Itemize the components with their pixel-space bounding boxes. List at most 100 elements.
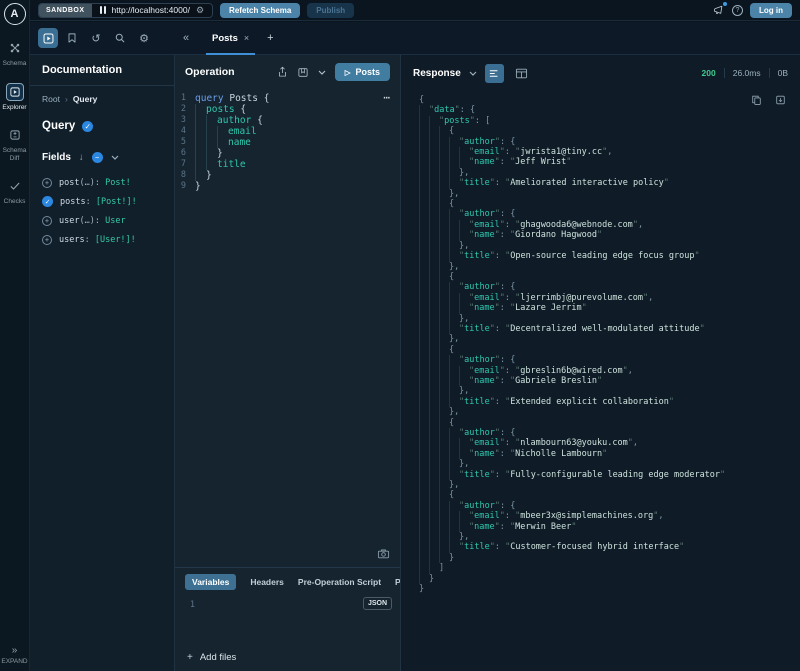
query-line: 5name <box>175 137 400 148</box>
expand-icon: » <box>0 646 29 656</box>
run-operation-button[interactable]: ▷ Posts <box>335 63 390 81</box>
sandbox-badge[interactable]: SANDBOX <box>39 4 92 17</box>
help-icon[interactable]: ? <box>732 5 743 16</box>
field-selected-check-icon[interactable]: ✓ <box>42 196 53 207</box>
type-selected-check-icon: ✓ <box>82 121 93 132</box>
play-icon: ▷ <box>345 68 351 77</box>
apollo-logo[interactable]: A <box>4 3 26 25</box>
query-lines: 1query Posts {2posts {3author {4email5na… <box>175 93 400 192</box>
refetch-schema-button[interactable]: Refetch Schema <box>220 3 300 18</box>
nav-rail-item-explorer[interactable]: Explorer <box>0 83 29 112</box>
plus-icon: + <box>187 652 193 663</box>
response-line: "author": { <box>419 355 790 365</box>
field-add-icon[interactable]: + <box>42 216 52 226</box>
add-files-button[interactable]: + Add files <box>175 643 400 671</box>
connection-settings-gear-icon[interactable]: ⚙ <box>196 5 204 16</box>
response-chevron-down-icon[interactable] <box>469 71 477 76</box>
settings-gear-icon[interactable]: ⚙ <box>134 28 154 48</box>
query-editor[interactable]: ⋯ 1query Posts {2posts {3author {4email5… <box>175 89 400 567</box>
response-line: { <box>419 490 790 500</box>
response-line: "email": "ljerrimbj@purevolume.com", <box>419 293 790 303</box>
response-panel: Response 200 26.0ms 0B <box>401 55 800 671</box>
field-add-icon[interactable]: + <box>42 235 52 245</box>
response-line: "author": { <box>419 209 790 219</box>
run-options-chevron-icon[interactable] <box>318 70 326 75</box>
field-add-icon[interactable]: + <box>42 178 52 188</box>
response-line: }, <box>419 459 790 469</box>
footer-tab-post-operation-script[interactable]: Post-Operation Script <box>395 577 400 587</box>
response-line: "title": "Open-source leading edge focus… <box>419 251 790 261</box>
announcements-icon[interactable] <box>712 4 725 16</box>
nav-rail-item-schema-diff[interactable]: Schema Diff <box>0 126 29 162</box>
endpoint-url-input[interactable]: http://localhost:4000/ <box>112 5 190 15</box>
close-tab-icon[interactable]: × <box>244 33 249 43</box>
field-item-posts[interactable]: ✓posts: [Post!]! <box>42 192 162 211</box>
nav-rail-item-label: Explorer <box>2 104 26 112</box>
login-button[interactable]: Log in <box>750 3 792 18</box>
field-item-users[interactable]: +users: [User!]! <box>42 230 162 249</box>
tab-label: Posts <box>212 33 238 44</box>
explorer-toolbar: ↺ ⚙ « Posts × + <box>30 22 800 55</box>
footer-tab-variables[interactable]: Variables <box>185 574 236 590</box>
response-title: Response <box>413 68 461 79</box>
response-line: "email": "mbeer3x@simplemachines.org", <box>419 511 790 521</box>
deselect-all-icon[interactable]: − <box>92 152 103 163</box>
response-line: "name": "Merwin Beer" <box>419 522 790 532</box>
download-response-icon[interactable] <box>775 94 786 106</box>
response-line: { <box>419 95 790 105</box>
publish-button[interactable]: Publish <box>307 3 354 18</box>
response-line: { <box>419 199 790 209</box>
copy-response-icon[interactable] <box>751 94 762 106</box>
type-title: Query <box>42 120 75 132</box>
sort-fields-icon[interactable]: ↓ <box>79 152 84 163</box>
query-line: 3author { <box>175 115 400 126</box>
graph-icon <box>100 6 106 14</box>
footer-tab-pre-operation-script[interactable]: Pre-Operation Script <box>298 577 381 587</box>
run-operation-label: Posts <box>355 67 380 77</box>
field-item-post[interactable]: +post(…): Post! <box>42 173 162 192</box>
response-line: }, <box>419 168 790 178</box>
variables-editor[interactable]: 1 JSON <box>175 594 400 643</box>
nav-rail-item-schema[interactable]: Schema <box>0 39 29 68</box>
fields-list: +post(…): Post!✓posts: [Post!]! + user(…):… <box>42 173 162 249</box>
field-item-user[interactable]: + user(…): User <box>42 211 162 230</box>
table-view-icon[interactable] <box>512 64 531 83</box>
search-icon[interactable] <box>110 28 130 48</box>
response-line: "name": "Giordano Hagwood" <box>419 230 790 240</box>
saved-operations-icon[interactable] <box>62 28 82 48</box>
field-signature: user(…): User <box>59 216 126 226</box>
editor-menu-kebab-icon[interactable]: ⋯ <box>383 91 390 104</box>
expand-button[interactable]: » EXPAND <box>0 646 29 666</box>
explorer-icon <box>6 83 24 101</box>
status-code: 200 <box>702 68 716 78</box>
schema-icon <box>6 39 24 57</box>
response-line: "title": "Customer-focused hybrid interf… <box>419 542 790 552</box>
operations-panel-icon[interactable] <box>38 28 58 48</box>
latency-value: 26.0ms <box>733 68 761 78</box>
variables-line-number: 1 <box>175 600 195 610</box>
json-mode-badge[interactable]: JSON <box>363 597 392 610</box>
footer-tab-headers[interactable]: Headers <box>250 577 284 587</box>
response-line: "email": "jwrista1@tiny.cc", <box>419 147 790 157</box>
nav-rail-item-checks[interactable]: Checks <box>0 177 29 206</box>
response-line: "posts": [ <box>419 116 790 126</box>
operation-footer: Variables Headers Pre-Operation Script Post… <box>175 567 400 671</box>
schema-diff-icon <box>6 126 24 144</box>
query-line: 1query Posts { <box>175 93 400 104</box>
breadcrumb-current: Query <box>73 94 98 104</box>
new-tab-icon[interactable]: + <box>267 32 273 44</box>
top-bar: SANDBOX http://localhost:4000/ ⚙ Refetch… <box>30 0 800 21</box>
share-icon[interactable] <box>277 66 288 78</box>
screenshot-camera-icon[interactable] <box>377 548 390 559</box>
breadcrumb-root[interactable]: Root <box>42 94 60 104</box>
formatted-view-icon[interactable] <box>485 64 504 83</box>
fields-chevron-down-icon[interactable] <box>111 155 119 160</box>
tab-posts[interactable]: Posts × <box>206 22 255 55</box>
save-to-collection-icon[interactable] <box>297 67 309 78</box>
collapse-panel-icon[interactable]: « <box>176 28 196 48</box>
query-line: 2posts { <box>175 104 400 115</box>
response-line: }, <box>419 334 790 344</box>
breadcrumb: Root › Query <box>42 94 162 104</box>
response-line: }, <box>419 189 790 199</box>
history-icon[interactable]: ↺ <box>86 28 106 48</box>
